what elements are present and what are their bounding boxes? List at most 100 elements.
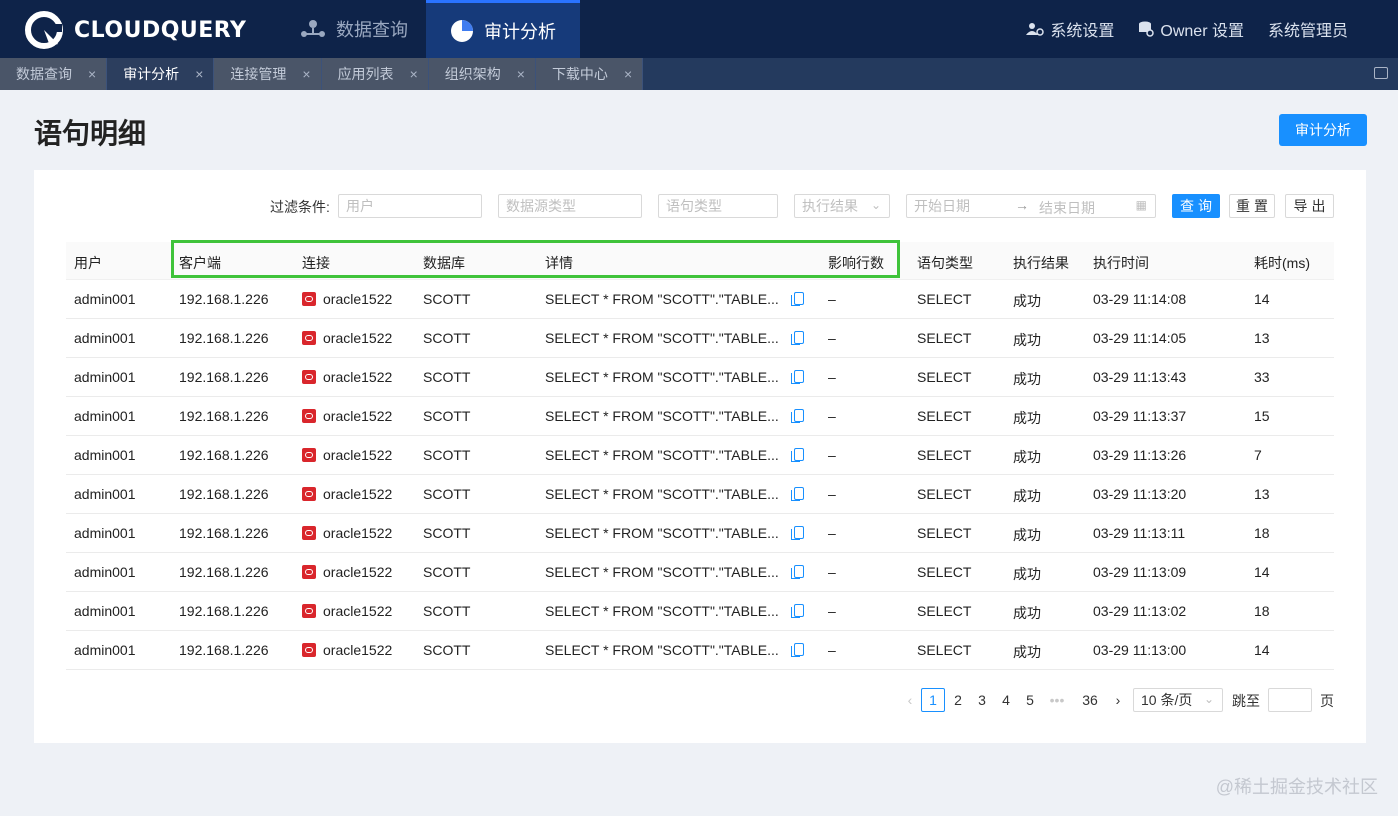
tab-app-list[interactable]: 应用列表 × [321, 58, 429, 90]
page-button[interactable]: 2 [947, 688, 969, 712]
execution-result-select[interactable]: 执行结果 ⌄ [794, 194, 890, 218]
tab-org-structure[interactable]: 组织架构 × [428, 58, 536, 90]
table-cell: admin001 [74, 486, 136, 502]
close-icon[interactable]: × [302, 66, 310, 82]
table-cell: 192.168.1.226 [179, 486, 269, 502]
user-filter-input[interactable]: 用户 [338, 194, 482, 218]
table-cell: 成功 [1013, 488, 1041, 504]
query-button[interactable]: 查询 [1172, 194, 1220, 218]
column-header[interactable]: 耗时(ms) [1254, 253, 1310, 273]
table-cell: 成功 [1013, 410, 1041, 426]
execution-result-placeholder: 执行结果 [802, 198, 858, 214]
audit-analysis-button[interactable]: 审计分析 [1279, 114, 1367, 146]
tab-connection-management[interactable]: 连接管理 × [214, 58, 322, 90]
table-row[interactable]: admin001 192.168.1.226 oracle1522 SCOTT SELE… [66, 553, 1334, 592]
table-cell: 192.168.1.226 [179, 291, 269, 307]
table-cell: 192.168.1.226 [179, 408, 269, 424]
copy-icon[interactable] [791, 370, 804, 384]
table-row[interactable]: admin001 192.168.1.226 oracle1522 SCOTT SELE… [66, 631, 1334, 670]
column-header[interactable]: 语句类型 [917, 253, 973, 273]
table-cell: 192.168.1.226 [179, 447, 269, 463]
close-icon[interactable]: × [195, 66, 203, 82]
date-range-picker[interactable]: 开始日期 → 结束日期 ▦ [906, 194, 1156, 218]
owner-settings-link[interactable]: Owner 设置 [1138, 17, 1244, 41]
column-header[interactable]: 用户 [74, 253, 102, 273]
jump-ellipsis[interactable]: ••• [1045, 688, 1069, 712]
close-icon[interactable]: × [88, 66, 96, 82]
table-row[interactable]: admin001 192.168.1.226 oracle1522 SCOTT SELE… [66, 397, 1334, 436]
table-row[interactable]: admin001 192.168.1.226 oracle1522 SCOTT SELE… [66, 475, 1334, 514]
users-gear-icon [1026, 22, 1045, 36]
copy-icon[interactable] [791, 331, 804, 345]
column-header[interactable]: 影响行数 [828, 253, 884, 273]
connection-link[interactable]: oracle1522 [323, 525, 392, 541]
tab-download-center[interactable]: 下载中心 × [535, 58, 644, 90]
table-row[interactable]: admin001 192.168.1.226 oracle1522 SCOTT SELE… [66, 436, 1334, 475]
start-date-placeholder: 开始日期 [914, 198, 970, 214]
connection-link[interactable]: oracle1522 [323, 564, 392, 580]
connection-link[interactable]: oracle1522 [323, 330, 392, 346]
datasource-type-filter[interactable]: 数据源类型 [498, 194, 642, 218]
close-icon[interactable]: × [410, 66, 418, 82]
copy-icon[interactable] [791, 448, 804, 462]
prev-page-button[interactable]: ‹ [899, 688, 921, 712]
page-button[interactable]: 3 [971, 688, 993, 712]
tab-data-query[interactable]: 数据查询 × [0, 58, 108, 90]
page-button[interactable]: 36 [1077, 688, 1103, 712]
copy-icon[interactable] [791, 565, 804, 579]
close-icon[interactable]: × [624, 66, 632, 82]
close-all-tabs-icon[interactable] [1374, 67, 1388, 79]
jump-page-input[interactable] [1268, 688, 1312, 712]
tab-audit-analysis[interactable]: 审计分析 × [107, 58, 215, 90]
table-cell: SELECT [917, 486, 972, 502]
column-header[interactable]: 执行结果 [1013, 253, 1069, 273]
connection-link[interactable]: oracle1522 [323, 291, 392, 307]
table-cell: 14 [1254, 564, 1270, 580]
table-cell: – [828, 369, 836, 385]
connection-link[interactable]: oracle1522 [323, 369, 392, 385]
page-button[interactable]: 4 [995, 688, 1017, 712]
column-header[interactable]: 执行时间 [1093, 253, 1149, 273]
column-header[interactable]: 数据库 [423, 253, 465, 273]
main-nav-item-data-query[interactable]: 数据查询 [282, 0, 426, 58]
page-button[interactable]: 5 [1019, 688, 1041, 712]
table-cell: 03-29 11:13:20 [1093, 486, 1187, 502]
system-settings-link[interactable]: 系统设置 [1026, 17, 1114, 41]
copy-icon[interactable] [791, 292, 804, 306]
admin-user-menu[interactable]: 系统管理员 [1268, 17, 1348, 41]
copy-icon[interactable] [791, 526, 804, 540]
close-icon[interactable]: × [517, 66, 525, 82]
copy-icon[interactable] [791, 604, 804, 618]
reset-button[interactable]: 重置 [1229, 194, 1275, 218]
column-header[interactable]: 客户端 [179, 253, 221, 273]
oracle-icon [302, 487, 316, 501]
column-header[interactable]: 连接 [302, 253, 330, 273]
table-row[interactable]: admin001 192.168.1.226 oracle1522 SCOTT SELE… [66, 514, 1334, 553]
export-button[interactable]: 导出 [1285, 194, 1334, 218]
next-page-button[interactable]: › [1107, 688, 1129, 712]
brand-logo[interactable]: CLOUDQUERY [24, 10, 246, 50]
statement-type-filter[interactable]: 语句类型 [658, 194, 778, 218]
connection-link[interactable]: oracle1522 [323, 603, 392, 619]
page-button[interactable]: 1 [921, 688, 945, 712]
main-nav-item-audit[interactable]: 审计分析 [426, 0, 580, 58]
table-row[interactable]: admin001 192.168.1.226 oracle1522 SCOTT SELE… [66, 319, 1334, 358]
copy-icon[interactable] [791, 643, 804, 657]
page-size-select[interactable]: 10 条/页 ⌄ [1133, 688, 1223, 712]
table-cell: SCOTT [423, 525, 471, 541]
copy-icon[interactable] [791, 409, 804, 423]
oracle-icon [302, 292, 316, 306]
connection-link[interactable]: oracle1522 [323, 447, 392, 463]
copy-icon[interactable] [791, 487, 804, 501]
table-row[interactable]: admin001 192.168.1.226 oracle1522 SCOTT SELE… [66, 358, 1334, 397]
table-row[interactable]: admin001 192.168.1.226 oracle1522 SCOTT SELE… [66, 280, 1334, 319]
tab-label: 审计分析 [123, 66, 180, 82]
connection-link[interactable]: oracle1522 [323, 642, 392, 658]
column-header[interactable]: 详情 [545, 253, 573, 273]
right-nav-label: Owner 设置 [1160, 23, 1244, 40]
connection-link[interactable]: oracle1522 [323, 486, 392, 502]
pie-chart-icon [450, 19, 474, 43]
brand-name: CLOUDQUERY [74, 17, 247, 43]
connection-link[interactable]: oracle1522 [323, 408, 392, 424]
table-row[interactable]: admin001 192.168.1.226 oracle1522 SCOTT SELE… [66, 592, 1334, 631]
